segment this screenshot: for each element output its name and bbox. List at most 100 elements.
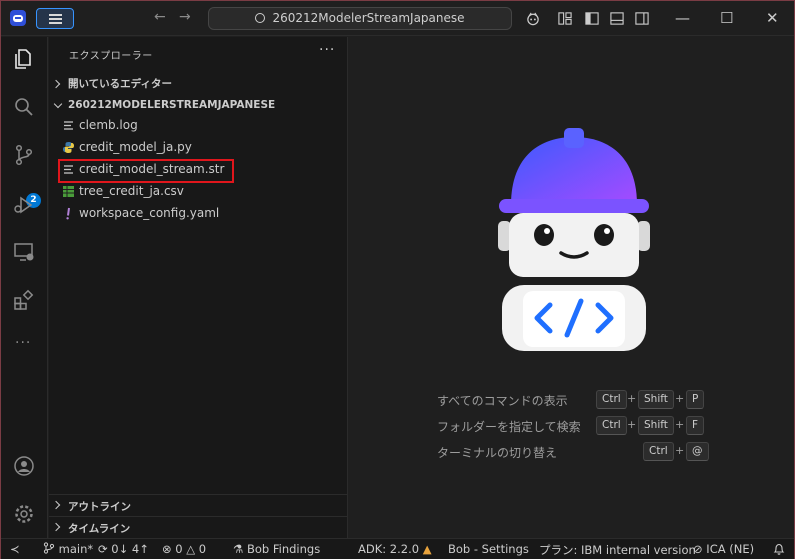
menu-button[interactable] — [36, 8, 74, 29]
sync-counts: 0↓ 4↑ — [111, 542, 149, 556]
file-item[interactable]: tree_credit_ja.csv — [49, 181, 348, 203]
open-editors-section[interactable]: 開いているエディター — [49, 75, 348, 95]
warning-triangle-icon: ▲ — [422, 542, 432, 556]
plan-status[interactable]: プラン: IBM internal version — [539, 542, 696, 558]
remote-explorer-icon[interactable] — [12, 240, 36, 264]
file-item[interactable]: credit_model_ja.py — [49, 137, 348, 159]
file-name: tree_credit_ja.csv — [79, 184, 184, 198]
error-icon: ⊗ — [162, 542, 172, 556]
highlight-box — [58, 159, 234, 183]
shortcut-label: ターミナルの切り替え — [437, 446, 558, 460]
bob-findings-status[interactable]: ⚗ Bob Findings — [233, 542, 320, 556]
timeline-label: タイムライン — [68, 523, 131, 535]
open-editors-label: 開いているエディター — [68, 78, 172, 90]
app-logo-icon — [10, 10, 26, 26]
adk-version-status[interactable]: ADK: 2.2.0 ▲ — [358, 542, 432, 556]
shortcut-label: フォルダーを指定して検索 — [437, 420, 581, 434]
shortcut-search-in-folder[interactable]: フォルダーを指定して検索 Ctrl + Shift + F — [437, 416, 717, 436]
sync-status[interactable]: ⟳ 0↓ 4↑ — [98, 542, 149, 556]
file-item[interactable]: workspace_config.yaml — [49, 203, 348, 225]
error-count: 0 — [175, 542, 183, 556]
explorer-icon[interactable] — [12, 47, 36, 71]
shortcut-label: すべてのコマンドの表示 — [437, 394, 568, 408]
key-ctrl: Ctrl — [596, 390, 627, 409]
sync-icon: ⟳ — [98, 542, 108, 556]
title-bar: ← → 260212ModelerStreamJapanese — ☐ ✕ — [1, 1, 794, 36]
copilot-icon[interactable] — [525, 11, 541, 26]
plus-sign: + — [675, 392, 685, 405]
problems-status[interactable]: ⊗ 0 △ 0 — [162, 542, 206, 556]
minimize-button[interactable]: — — [675, 9, 690, 27]
file-name: workspace_config.yaml — [79, 206, 220, 220]
key-shift: Shift — [638, 416, 674, 435]
shortcut-show-all-commands[interactable]: すべてのコマンドの表示 Ctrl + Shift + P — [437, 390, 717, 410]
yaml-icon — [66, 207, 70, 220]
extensions-icon[interactable] — [12, 288, 36, 312]
outline-section[interactable]: アウトライン — [49, 494, 348, 516]
folder-label: 260212MODELERSTREAMJAPANESE — [68, 99, 276, 111]
maximize-button[interactable]: ☐ — [720, 9, 733, 27]
notifications-bell-icon[interactable] — [773, 543, 785, 556]
plus-sign: + — [675, 444, 685, 457]
file-name: clemb.log — [79, 118, 138, 132]
python-icon — [63, 142, 74, 153]
bob-robot-logo — [498, 128, 650, 351]
settings-icon[interactable] — [12, 502, 36, 526]
ica-label: ICA (NE) — [706, 542, 755, 556]
csv-icon — [63, 186, 74, 197]
plus-sign: + — [675, 418, 685, 431]
file-name: credit_model_ja.py — [79, 140, 192, 154]
ica-status[interactable]: ⊘ ICA (NE) — [693, 542, 754, 556]
branch-name: main* — [58, 542, 94, 556]
plus-sign: + — [627, 418, 637, 431]
back-arrow-icon[interactable]: ← — [154, 9, 166, 25]
key-p: P — [686, 390, 705, 409]
toggle-secondary-sidebar-icon[interactable] — [634, 11, 650, 26]
chevron-right-icon — [51, 500, 61, 510]
timeline-section[interactable]: タイムライン — [49, 516, 348, 538]
more-actions-icon[interactable]: ··· — [319, 42, 335, 58]
search-icon[interactable] — [12, 95, 36, 119]
key-at: @ — [686, 442, 709, 461]
adk-label: ADK: 2.2.0 — [358, 542, 420, 556]
chevron-right-icon — [51, 522, 61, 532]
remote-indicator-icon[interactable]: ≺ — [10, 542, 20, 556]
key-shift: Shift — [638, 390, 674, 409]
close-button[interactable]: ✕ — [766, 9, 779, 27]
flask-icon: ⚗ — [233, 542, 244, 556]
command-center-search[interactable]: 260212ModelerStreamJapanese — [208, 7, 512, 30]
source-control-icon[interactable] — [12, 143, 36, 167]
more-icon[interactable]: ··· — [15, 335, 31, 351]
branch-status[interactable]: main* — [43, 542, 93, 556]
search-text: 260212ModelerStreamJapanese — [272, 11, 465, 25]
chevron-right-icon — [51, 79, 61, 89]
warning-icon: △ — [186, 542, 196, 556]
chevron-down-icon — [53, 99, 63, 109]
file-item[interactable]: clemb.log — [49, 115, 348, 137]
key-ctrl: Ctrl — [643, 442, 674, 461]
explorer-sidebar: エクスプローラー ··· 開いているエディター 260212MODELERSTR… — [49, 37, 348, 538]
toggle-primary-sidebar-icon[interactable] — [584, 11, 600, 26]
findings-label: Bob Findings — [246, 542, 321, 556]
search-icon — [255, 13, 266, 23]
explorer-title: エクスプローラー — [69, 51, 153, 62]
vscode-window: ← → 260212ModelerStreamJapanese — ☐ ✕ 2 … — [0, 0, 795, 559]
branch-icon — [43, 542, 55, 554]
run-debug-icon[interactable] — [12, 193, 36, 217]
customize-layout-icon[interactable] — [557, 11, 573, 26]
forward-arrow-icon[interactable]: → — [179, 9, 191, 25]
warning-count: 0 — [198, 542, 207, 556]
editor-area: すべてのコマンドの表示 Ctrl + Shift + P フォルダーを指定して検… — [349, 37, 794, 538]
shortcut-toggle-terminal[interactable]: ターミナルの切り替え Ctrl + @ — [437, 442, 717, 462]
status-bar: ≺ main* ⟳ 0↓ 4↑ ⊗ 0 △ 0 ⚗ Bob Findings A… — [1, 538, 794, 559]
no-entry-icon: ⊘ — [693, 542, 703, 556]
outline-label: アウトライン — [68, 501, 131, 513]
lines-icon — [64, 121, 73, 130]
bob-settings-status[interactable]: Bob - Settings — [448, 542, 529, 556]
key-ctrl: Ctrl — [596, 416, 627, 435]
key-f: F — [686, 416, 705, 435]
plus-sign: + — [627, 392, 637, 405]
account-icon[interactable] — [12, 454, 36, 478]
toggle-panel-icon[interactable] — [609, 11, 625, 26]
activity-bar: 2 ··· — [1, 37, 48, 538]
